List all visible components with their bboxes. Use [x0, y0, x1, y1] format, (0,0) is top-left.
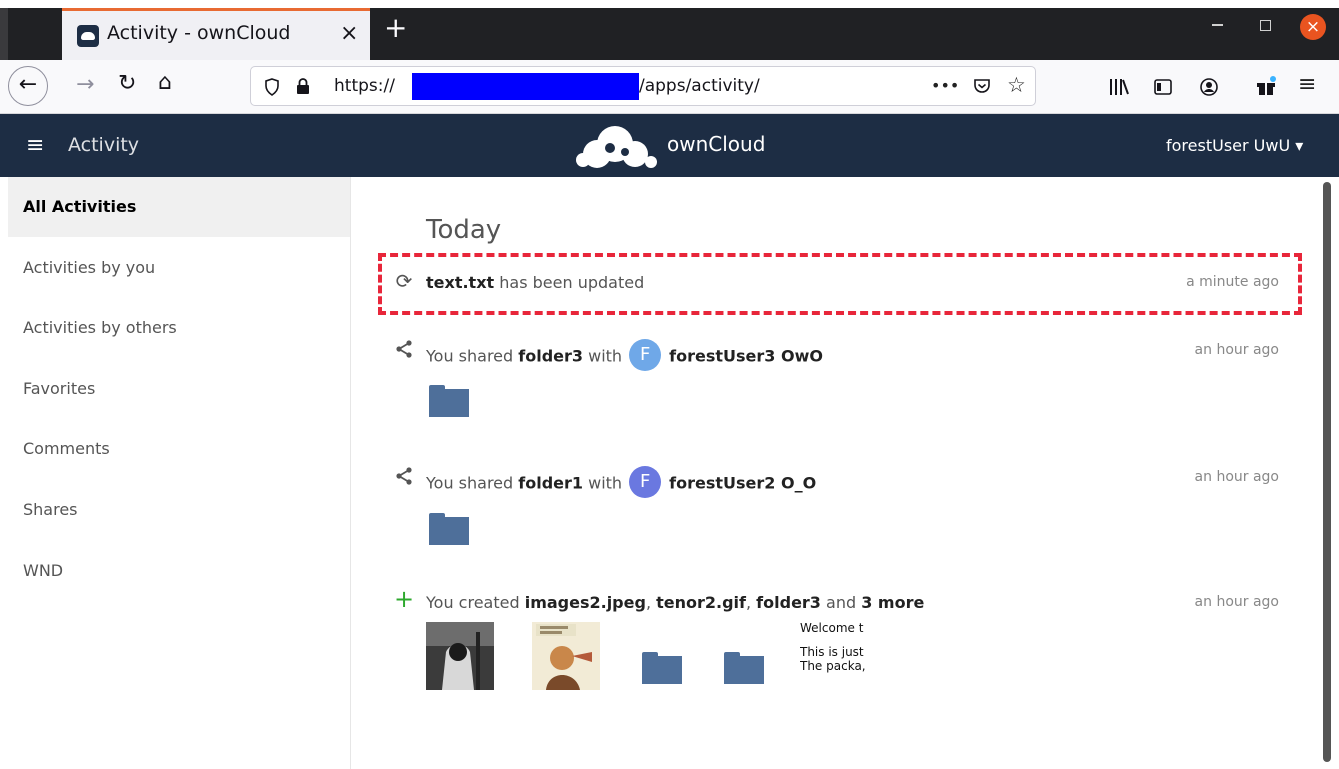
library-icon[interactable] [1108, 77, 1130, 97]
activity-text: You created images2.jpeg, tenor2.gif, fo… [426, 593, 924, 612]
plus-icon: + [393, 585, 415, 613]
file-link[interactable]: tenor2.gif [656, 593, 746, 612]
user-menu[interactable]: forestUser UwU ▾ [1166, 136, 1303, 155]
doc-line: Welcome t [800, 621, 864, 635]
more-link[interactable]: 3 more [861, 593, 924, 612]
activity-item: You shared folder1 with FforestUser2 O_O… [390, 464, 1285, 498]
activity-time: an hour ago [1194, 342, 1279, 358]
tracking-shield-icon[interactable] [265, 78, 279, 96]
sidebar-item-favorites[interactable]: Favorites [8, 359, 350, 419]
activity-sidebar: All Activities Activities by you Activit… [8, 177, 351, 769]
owncloud-favicon-icon [77, 25, 99, 47]
brand-name: ownCloud [667, 132, 766, 156]
activity-verb: has been updated [494, 273, 645, 292]
activity-middle: with [583, 473, 628, 493]
window-close-button[interactable]: × [1300, 14, 1326, 40]
activity-prefix: You shared [426, 346, 519, 366]
activity-middle: with [583, 346, 628, 366]
activity-prefix: You created [426, 593, 525, 612]
reload-button[interactable]: ↻ [118, 71, 136, 96]
owncloud-header: ≡ Activity ownCloud forestUser UwU ▾ [0, 114, 1339, 177]
separator: , [746, 593, 757, 612]
avatar: F [629, 466, 662, 498]
user-link[interactable]: forestUser2 O_O [669, 474, 816, 493]
app-switcher-label[interactable]: Activity [68, 134, 139, 156]
user-link[interactable]: forestUser3 OwO [669, 347, 823, 366]
file-link[interactable]: text.txt [426, 273, 494, 292]
share-icon [396, 340, 412, 358]
activity-item: + You created images2.jpeg, tenor2.gif, … [390, 585, 1285, 619]
activity-item: ⟳ text.txt has been updated a minute ago [390, 269, 1285, 299]
activity-and: and [820, 593, 862, 612]
doc-line: This is just [800, 645, 864, 659]
app-menu-icon[interactable]: ≡ [1298, 72, 1316, 97]
file-link[interactable]: images2.jpeg [525, 593, 646, 612]
activity-time: an hour ago [1194, 469, 1279, 485]
activity-item: You shared folder3 with FforestUser3 OwO… [390, 337, 1285, 371]
sidebar-item-comments[interactable]: Comments [8, 419, 350, 479]
menu-icon[interactable]: ≡ [26, 133, 44, 158]
activity-prefix: You shared [426, 473, 519, 493]
browser-tabbar: Activity - ownCloud × + × [0, 0, 1339, 60]
sidebar-item-shares[interactable]: Shares [8, 480, 350, 540]
folder-link[interactable]: folder3 [518, 347, 583, 366]
section-title: Today [426, 215, 502, 245]
folder-icon[interactable] [429, 385, 469, 417]
sidebar-item-by-you[interactable]: Activities by you [8, 238, 350, 298]
page-actions-icon[interactable]: ••• [931, 76, 959, 95]
bookmark-star-icon[interactable]: ☆ [1007, 73, 1026, 97]
activity-text: text.txt has been updated [426, 273, 644, 292]
url-scheme: https:// [334, 76, 395, 96]
forward-button[interactable]: → [76, 72, 94, 97]
pocket-icon[interactable] [973, 77, 991, 95]
tabstrip-edge [0, 8, 8, 60]
folder-icon[interactable] [429, 513, 469, 545]
tab-close-icon[interactable]: × [340, 21, 358, 46]
sidebar-toggle-icon[interactable] [1153, 77, 1173, 97]
tab-title: Activity - ownCloud [107, 22, 291, 44]
activity-time: a minute ago [1186, 274, 1279, 290]
browser-tab-activity[interactable]: Activity - ownCloud × [62, 8, 370, 60]
sidebar-item-by-others[interactable]: Activities by others [8, 298, 350, 358]
share-icon [396, 467, 412, 485]
folder-icon[interactable] [642, 652, 682, 684]
activity-text: You shared folder3 with FforestUser3 OwO [426, 339, 823, 373]
folder-link[interactable]: folder1 [518, 474, 583, 493]
window-maximize-icon[interactable] [1260, 20, 1271, 31]
url-path: /apps/activity/ [639, 76, 760, 96]
browser-navbar: ← → ↻ ⌂ https:// /apps/activity/ ••• ☆ ≡ [0, 60, 1339, 114]
account-icon[interactable] [1199, 77, 1219, 97]
url-bar[interactable]: https:// /apps/activity/ ••• ☆ [250, 66, 1036, 106]
activity-text: You shared folder1 with FforestUser2 O_O [426, 466, 816, 500]
sidebar-item-all-activities[interactable]: All Activities [8, 177, 350, 237]
refresh-icon: ⟳ [395, 269, 413, 293]
sidebar-item-wnd[interactable]: WND [8, 541, 350, 601]
scrollbar[interactable] [1323, 182, 1331, 762]
avatar: F [629, 339, 662, 371]
back-button[interactable]: ← [8, 66, 48, 106]
lock-icon[interactable] [295, 77, 311, 95]
image-thumbnail[interactable] [426, 622, 494, 690]
document-preview[interactable]: Welcome t This is just The packa, [800, 621, 873, 691]
separator: , [645, 593, 657, 612]
owncloud-logo-icon[interactable] [575, 122, 661, 172]
home-button[interactable]: ⌂ [158, 70, 172, 95]
gif-thumbnail[interactable] [532, 622, 600, 690]
folder-icon[interactable] [724, 652, 764, 684]
window-minimize-icon[interactable] [1212, 24, 1223, 26]
doc-line: The packa, [800, 659, 866, 673]
folder-link[interactable]: folder3 [756, 593, 821, 612]
activity-time: an hour ago [1194, 594, 1279, 610]
extension-gift-icon[interactable] [1254, 74, 1278, 98]
url-redacted-host [412, 73, 639, 100]
new-tab-button[interactable]: + [384, 14, 407, 42]
